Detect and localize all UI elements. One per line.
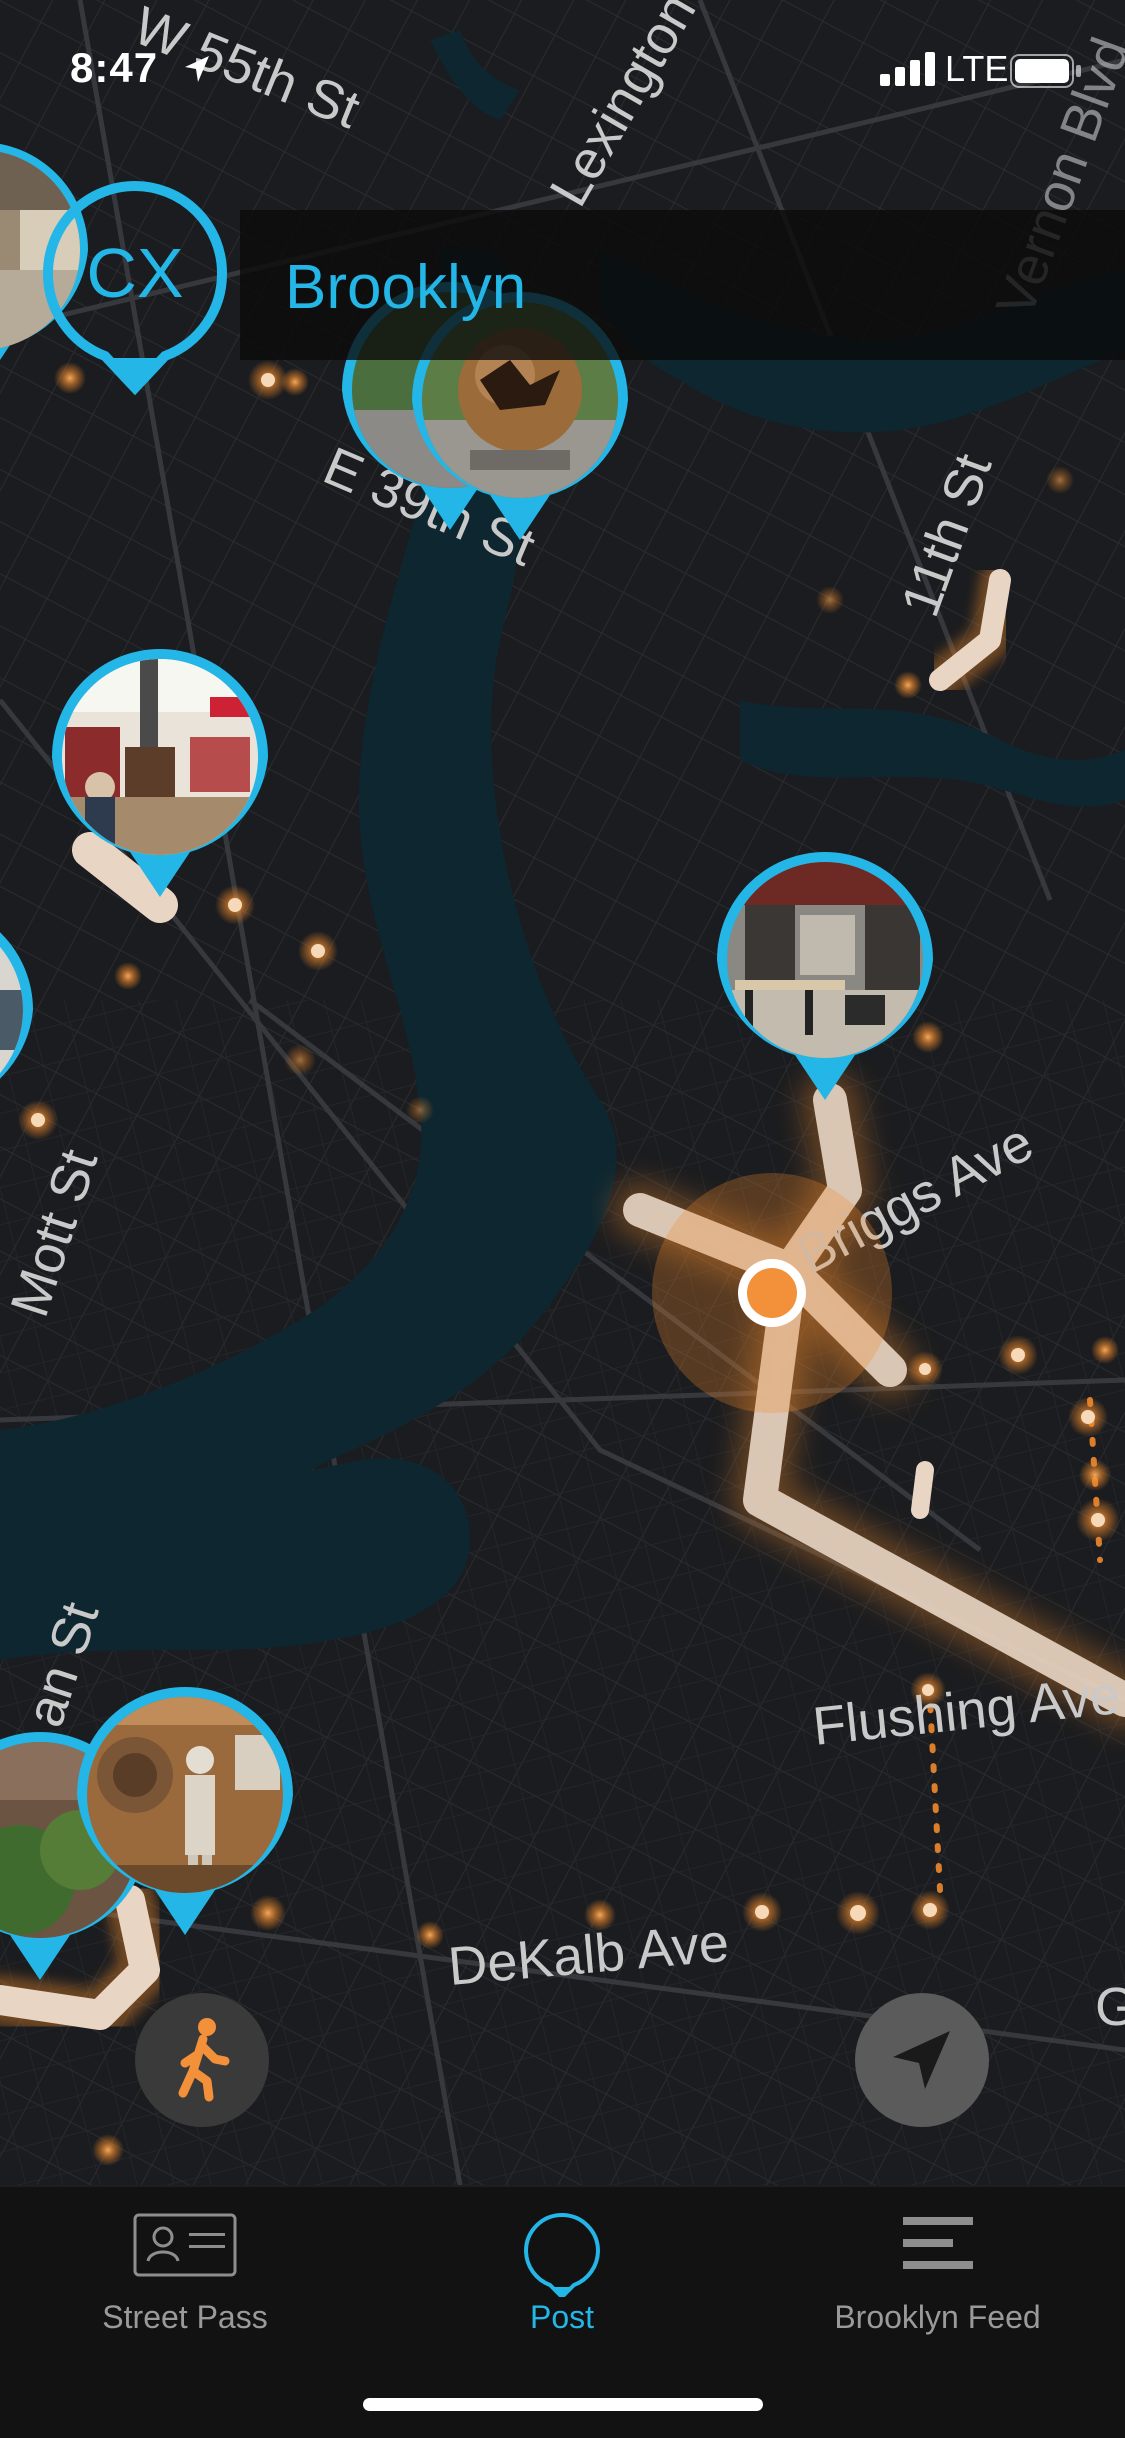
street-label: G (1095, 1977, 1125, 2037)
home-indicator[interactable] (363, 2398, 763, 2411)
location-arrow-icon (185, 56, 209, 82)
location-title[interactable]: Brooklyn (285, 252, 526, 323)
pin-outline-icon (523, 2213, 601, 2297)
tab-label: Street Pass (102, 2299, 268, 2335)
status-time: 8:47 (70, 44, 159, 91)
location-arrow-icon (893, 2031, 950, 2089)
status-bar: 8:47 LTE (0, 0, 1125, 140)
walk-mode-button[interactable] (135, 1993, 269, 2127)
bottom-tab-bar: Street Pass Post Brooklyn Feed (0, 2185, 1125, 2438)
tab-brooklyn-feed[interactable]: Brooklyn Feed (815, 2187, 1060, 2357)
tab-post[interactable]: Post (462, 2187, 662, 2357)
walking-person-icon (178, 2018, 230, 2102)
location-header-bar: Brooklyn (240, 210, 1125, 360)
tab-street-pass[interactable]: Street Pass (60, 2187, 310, 2357)
tab-label: Post (529, 2299, 595, 2335)
user-location-marker (652, 1173, 892, 1413)
menu-lines-icon (902, 2217, 973, 2269)
tab-label: Brooklyn Feed (834, 2299, 1041, 2335)
battery-icon (1010, 54, 1081, 88)
id-card-icon (133, 2213, 237, 2277)
signal-bars-icon (880, 52, 935, 86)
recenter-location-button[interactable] (855, 1993, 989, 2127)
app-logo: CX (86, 234, 184, 312)
carrier-label: LTE (945, 48, 1009, 89)
